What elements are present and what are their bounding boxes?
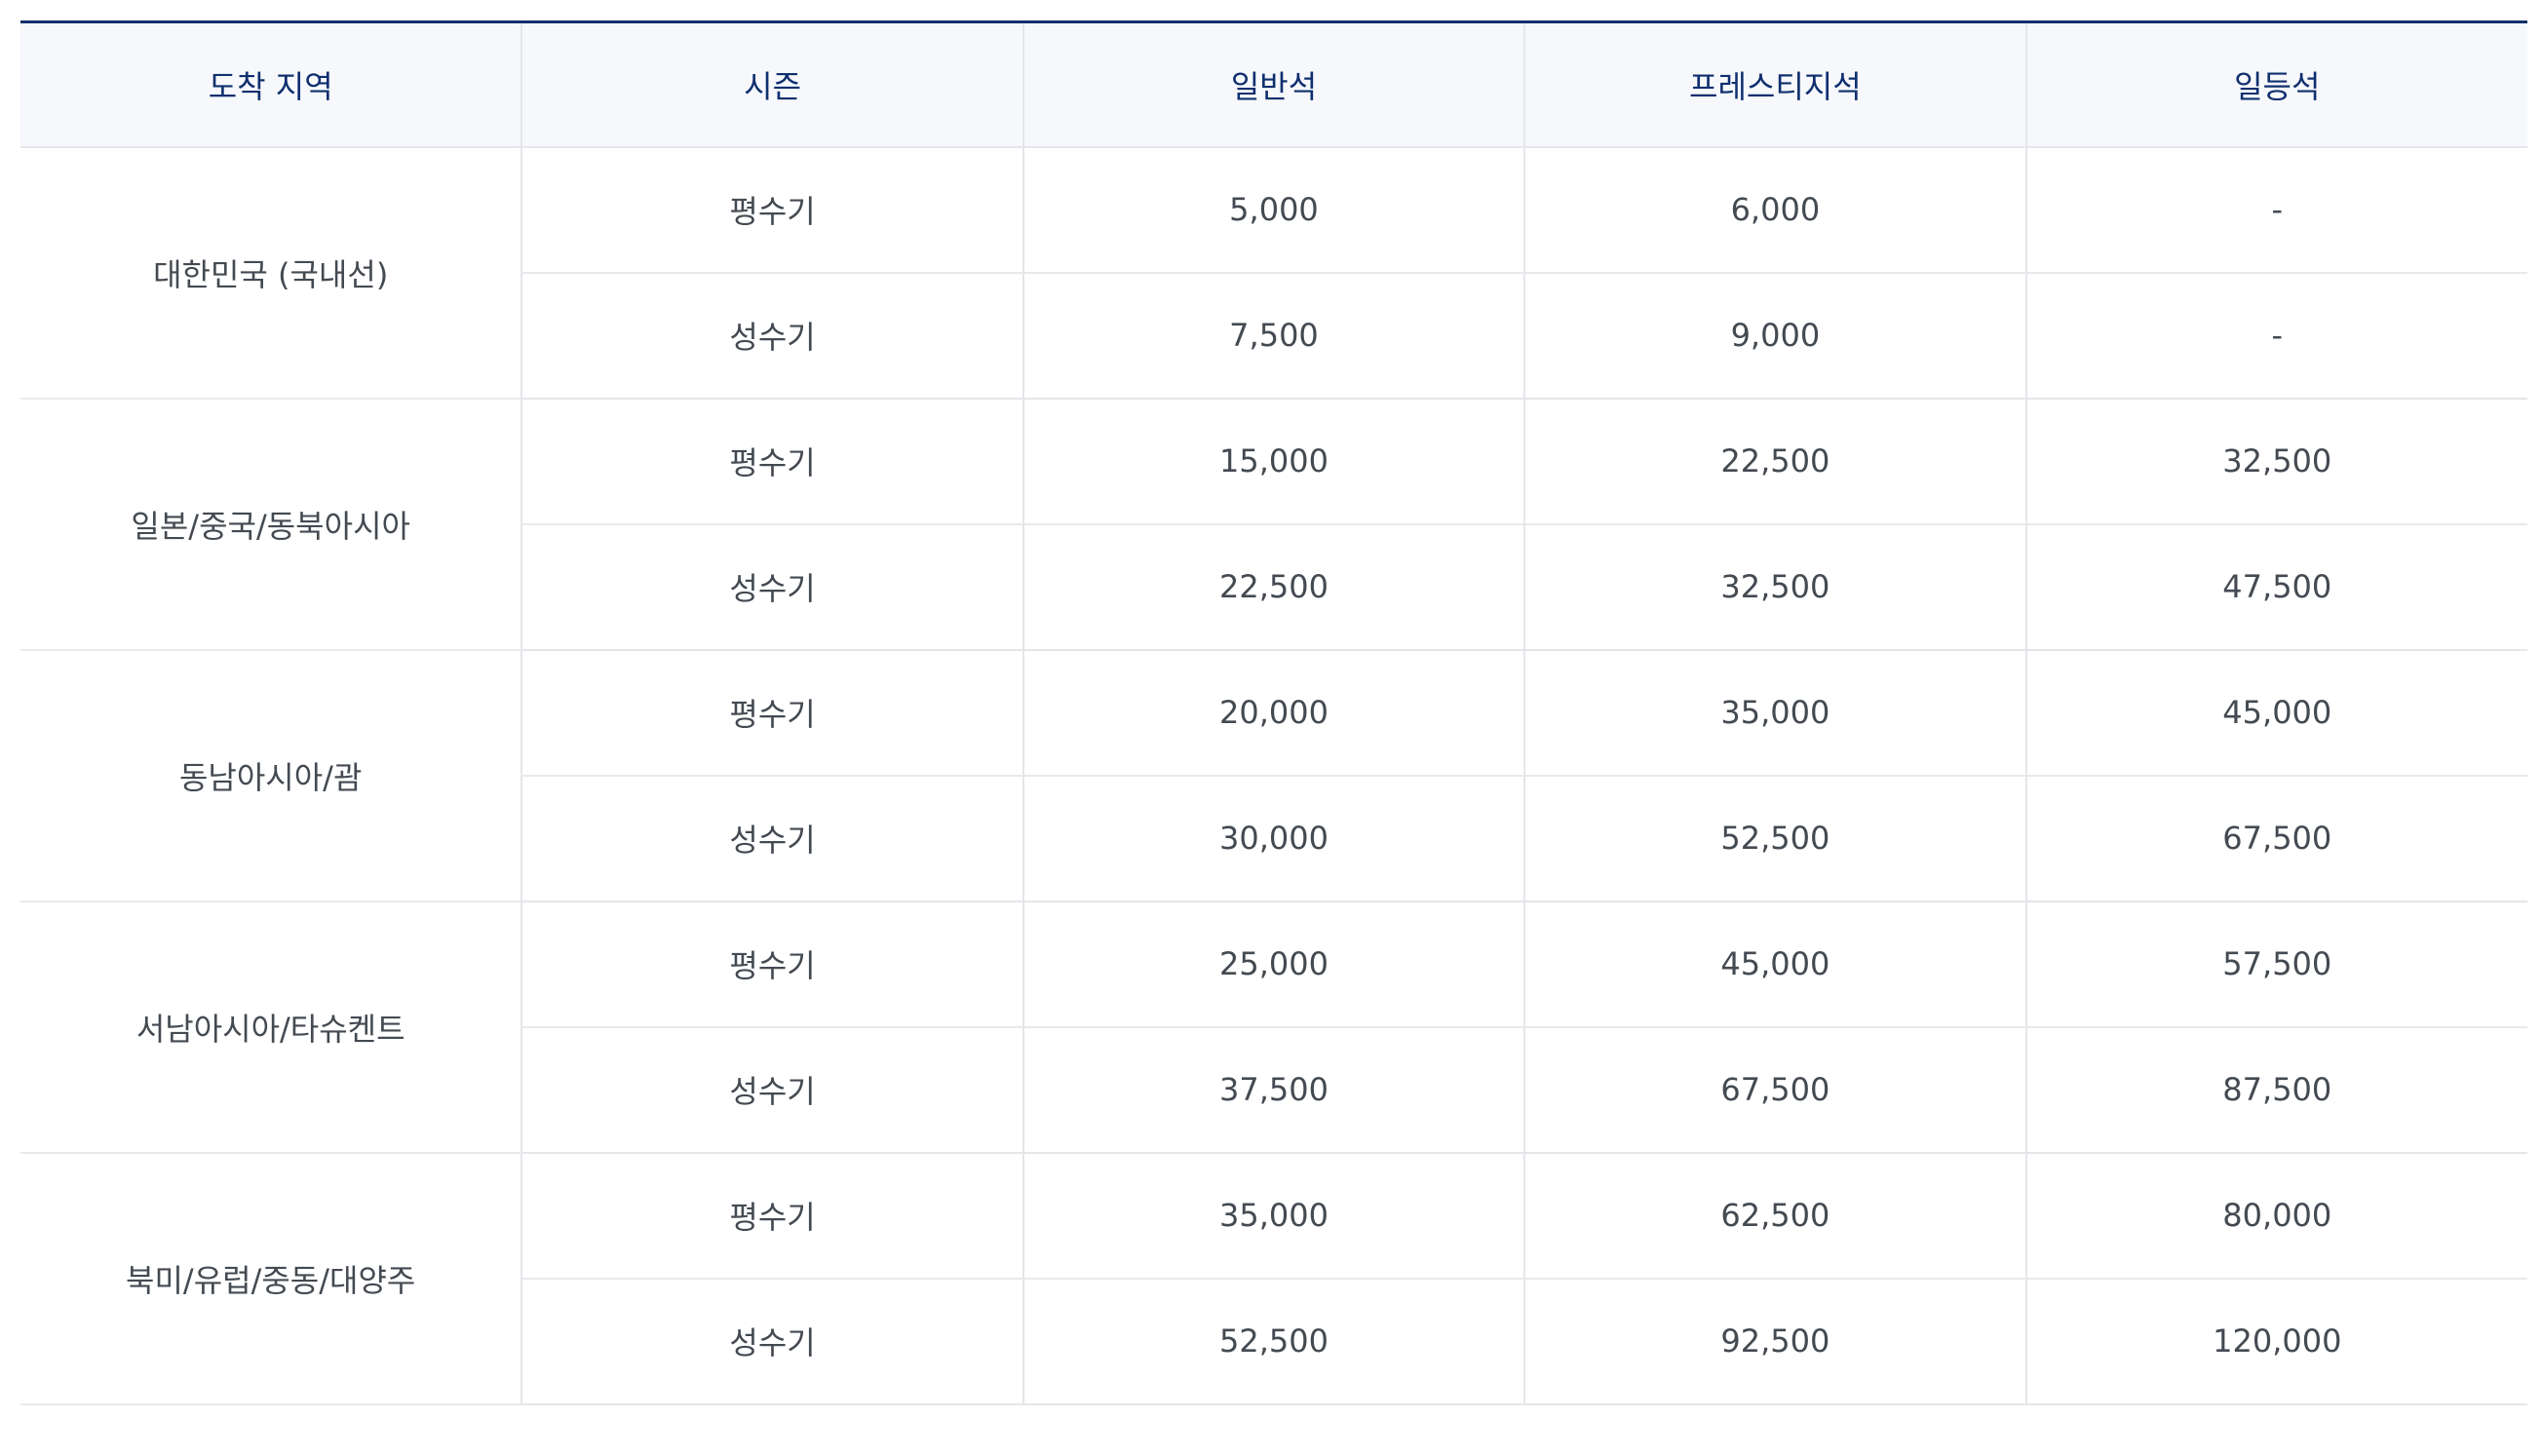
header-prestige: 프레스티지석	[1523, 21, 2026, 148]
season-cell: 평수기	[520, 1152, 1023, 1280]
first-cell: 80,000	[2024, 1152, 2527, 1280]
first-cell: 120,000	[2024, 1278, 2527, 1405]
season-cell: 평수기	[520, 649, 1023, 777]
prestige-cell: 52,500	[1523, 775, 2026, 902]
economy-cell: 30,000	[1021, 775, 1525, 902]
economy-cell: 52,500	[1021, 1278, 1525, 1405]
region-cell: 동남아시아/괌	[20, 649, 522, 902]
season-cell: 성수기	[520, 775, 1023, 902]
prestige-cell: 45,000	[1523, 900, 2026, 1028]
header-economy: 일반석	[1021, 21, 1525, 148]
prestige-cell: 9,000	[1523, 272, 2026, 400]
economy-cell: 15,000	[1021, 398, 1525, 525]
first-cell: 47,500	[2024, 523, 2527, 651]
table-row: 일본/중국/동북아시아 평수기 15,000 22,500 32,500	[20, 398, 2527, 651]
region-cell: 북미/유럽/중동/대양주	[20, 1152, 522, 1405]
first-cell: -	[2024, 272, 2527, 400]
header-region: 도착 지역	[20, 21, 522, 148]
table-body: 대한민국 (국내선) 평수기 5,000 6,000 - 성수기 7,500 9…	[20, 146, 2527, 1405]
region-cell: 서남아시아/타슈켄트	[20, 900, 522, 1154]
first-cell: -	[2024, 146, 2527, 274]
season-cell: 성수기	[520, 1026, 1023, 1154]
economy-cell: 7,500	[1021, 272, 1525, 400]
prestige-cell: 22,500	[1523, 398, 2026, 525]
season-cell: 성수기	[520, 272, 1023, 400]
prestige-cell: 32,500	[1523, 523, 2026, 651]
prestige-cell: 35,000	[1523, 649, 2026, 777]
mileage-table-container: 도착 지역 시즌 일반석 프레스티지석 일등석 대한민국 (국내선) 평수기 5…	[20, 20, 2527, 1405]
table-row: 대한민국 (국내선) 평수기 5,000 6,000 -	[20, 146, 2527, 400]
season-cell: 성수기	[520, 1278, 1023, 1405]
first-cell: 87,500	[2024, 1026, 2527, 1154]
season-cell: 평수기	[520, 146, 1023, 274]
header-season: 시즌	[520, 21, 1023, 148]
economy-cell: 37,500	[1021, 1026, 1525, 1154]
header-first: 일등석	[2024, 21, 2527, 148]
first-cell: 57,500	[2024, 900, 2527, 1028]
first-cell: 32,500	[2024, 398, 2527, 525]
mileage-award-table: 도착 지역 시즌 일반석 프레스티지석 일등석 대한민국 (국내선) 평수기 5…	[20, 20, 2527, 1405]
season-cell: 성수기	[520, 523, 1023, 651]
prestige-cell: 62,500	[1523, 1152, 2026, 1280]
prestige-cell: 6,000	[1523, 146, 2026, 274]
first-cell: 67,500	[2024, 775, 2527, 902]
prestige-cell: 92,500	[1523, 1278, 2026, 1405]
table-row: 서남아시아/타슈켄트 평수기 25,000 45,000 57,500	[20, 900, 2527, 1154]
header-row: 도착 지역 시즌 일반석 프레스티지석 일등석	[20, 21, 2527, 148]
economy-cell: 20,000	[1021, 649, 1525, 777]
prestige-cell: 67,500	[1523, 1026, 2026, 1154]
economy-cell: 25,000	[1021, 900, 1525, 1028]
region-cell: 대한민국 (국내선)	[20, 146, 522, 400]
season-cell: 평수기	[520, 398, 1023, 525]
table-row: 북미/유럽/중동/대양주 평수기 35,000 62,500 80,000	[20, 1152, 2527, 1405]
economy-cell: 35,000	[1021, 1152, 1525, 1280]
economy-cell: 22,500	[1021, 523, 1525, 651]
season-cell: 평수기	[520, 900, 1023, 1028]
region-cell: 일본/중국/동북아시아	[20, 398, 522, 651]
table-header: 도착 지역 시즌 일반석 프레스티지석 일등석	[20, 21, 2527, 148]
economy-cell: 5,000	[1021, 146, 1525, 274]
table-row: 동남아시아/괌 평수기 20,000 35,000 45,000	[20, 649, 2527, 902]
first-cell: 45,000	[2024, 649, 2527, 777]
